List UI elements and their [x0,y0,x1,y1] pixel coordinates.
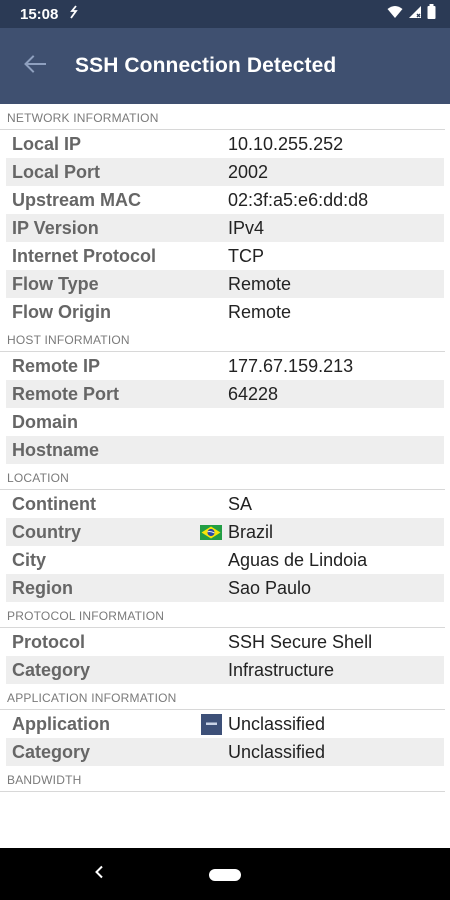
status-bar: 15:08 [0,0,450,28]
row-local-port: Local Port 2002 [6,158,444,186]
row-flow-type: Flow Type Remote [6,270,444,298]
back-button[interactable] [0,28,70,104]
row-label: City [12,549,47,570]
row-application: Application Unclassified [6,710,444,738]
row-label: Category [12,659,91,680]
system-nav-bar [0,848,450,900]
section-header-application: APPLICATION INFORMATION [0,684,445,710]
row-label: Flow Origin [12,301,111,322]
row-label: Region [12,577,73,598]
row-label: Domain [12,411,79,432]
row-value: 02:3f:a5:e6:dd:d8 [228,189,369,210]
row-value: Brazil [228,521,274,542]
row-value: 2002 [228,161,269,182]
row-internet-protocol: Internet Protocol TCP [6,242,444,270]
row-label: Internet Protocol [12,245,157,266]
row-continent: Continent SA [6,490,444,518]
row-value: Infrastructure [228,659,335,680]
signal-icon [408,5,422,24]
section-header-protocol: PROTOCOL INFORMATION [0,602,445,628]
row-value: TCP [228,245,264,266]
nav-back-button[interactable] [86,861,112,887]
section-header-bandwidth: BANDWIDTH [0,766,445,792]
row-protocol: Protocol SSH Secure Shell [6,628,444,656]
row-label: Local IP [12,133,82,154]
flow-notification-icon [68,5,80,23]
row-label: Continent [12,493,96,514]
row-city: City Aguas de Lindoia [6,546,444,574]
section-header-network: NETWORK INFORMATION [0,104,445,130]
connection-details[interactable]: NETWORK INFORMATION Local IP 10.10.255.2… [0,104,450,848]
chevron-left-icon [94,865,104,884]
row-value: IPv4 [228,217,265,238]
row-label: Local Port [12,161,101,182]
row-ip-version: IP Version IPv4 [6,214,444,242]
row-domain: Domain [6,408,444,436]
wifi-icon [387,5,403,24]
row-label: Country [12,521,81,542]
row-value: Aguas de Lindoia [228,549,368,570]
row-upstream-mac: Upstream MAC 02:3f:a5:e6:dd:d8 [6,186,444,214]
row-value: Unclassified [228,741,326,762]
row-value: Remote [228,273,292,294]
row-value: Sao Paulo [228,577,312,598]
row-flow-origin: Flow Origin Remote [6,298,444,326]
row-label: Flow Type [12,273,99,294]
row-value: Unclassified [228,713,326,734]
row-hostname: Hostname [6,436,444,464]
arrow-left-icon [24,54,46,78]
row-local-ip: Local IP 10.10.255.252 [6,130,444,158]
row-label: Category [12,741,91,762]
battery-icon [427,4,436,24]
row-label: Upstream MAC [12,189,142,210]
row-label: Protocol [12,631,86,652]
row-label: Hostname [12,439,100,460]
unclassified-app-icon [200,713,222,735]
app-bar: SSH Connection Detected [0,28,450,104]
section-header-host: HOST INFORMATION [0,326,445,352]
section-header-location: LOCATION [0,464,445,490]
status-time: 15:08 [20,5,59,23]
row-value: Remote [228,301,292,322]
row-region: Region Sao Paulo [6,574,444,602]
brazil-flag-icon [200,524,222,540]
row-value: SA [228,493,253,514]
row-remote-port: Remote Port 64228 [6,380,444,408]
row-label: Remote Port [12,383,120,404]
nav-home-pill[interactable] [209,869,241,881]
row-value: 64228 [228,383,279,404]
row-value: 10.10.255.252 [228,133,344,154]
row-protocol-category: Category Infrastructure [6,656,444,684]
row-value: 177.67.159.213 [228,355,354,376]
row-remote-ip: Remote IP 177.67.159.213 [6,352,444,380]
row-label: Application [12,713,110,734]
page-title: SSH Connection Detected [75,54,337,77]
row-label: Remote IP [12,355,101,376]
row-application-category: Category Unclassified [6,738,444,766]
row-value: SSH Secure Shell [228,631,373,652]
row-country: Country Brazil [6,518,444,546]
row-label: IP Version [12,217,99,238]
